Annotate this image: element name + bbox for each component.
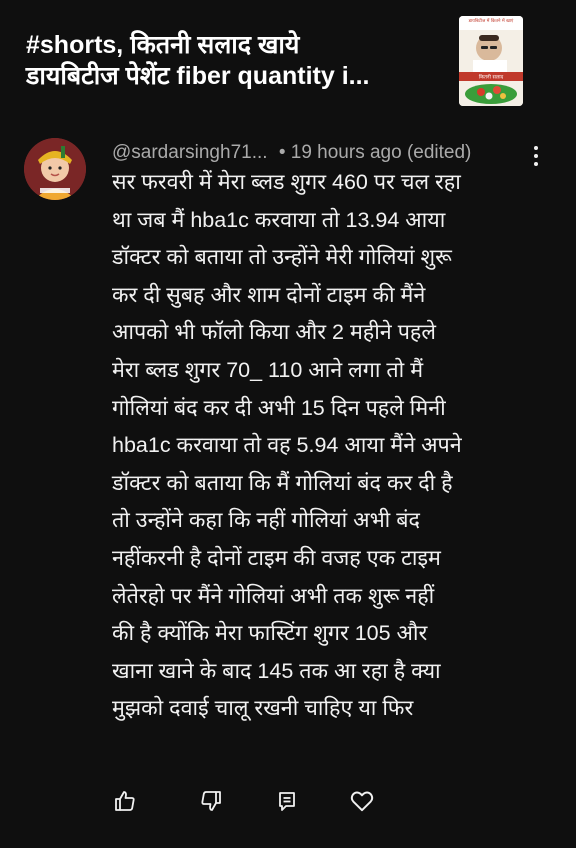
comment-line: डॉक्टर को बताया तो उन्होंने मेरी गोलियां…: [112, 245, 452, 270]
comment-actions: [0, 786, 576, 818]
comment-page: #shorts, कितनी सलाद खाये डायबिटीज पेशेंट…: [0, 0, 576, 848]
comment-line: तो उन्होंने कहा कि नहीं गोलियां अभी बंद: [112, 508, 420, 533]
comment-line: की है क्योंकि मेरा फास्टिंग शुगर 105 और: [112, 621, 428, 646]
comment-meta: @sardarsingh71... • 19 hours ago (edited…: [112, 142, 532, 166]
comment-line: मुझको दवाई चालू रखनी चाहिए या फिर: [112, 696, 414, 721]
thumbnail-caption-top: डायबिटीज में कितने में खाएं: [468, 17, 514, 24]
video-header[interactable]: #shorts, कितनी सलाद खाये डायबिटीज पेशेंट…: [0, 0, 576, 116]
video-thumbnail[interactable]: डायबिटीज में कितने में खाएं कितनी सलाद: [459, 16, 523, 106]
like-icon[interactable]: [110, 786, 140, 816]
thumbnail-image: डायबिटीज में कितने में खाएं कितनी सलाद: [459, 16, 523, 106]
comment-line: सर फरवरी में मेरा ब्लड शुगर 460 पर चल रह…: [112, 170, 461, 194]
comment-line: लेतेरहो पर मैंने गोलियां अभी तक शुरू नही…: [112, 583, 435, 608]
heart-icon[interactable]: [347, 786, 377, 816]
comment-line: कर दी सुबह और शाम दोनों टाइम की मैंने: [112, 282, 426, 307]
video-title[interactable]: #shorts, कितनी सलाद खाये डायबिटीज पेशेंट…: [26, 30, 436, 92]
comment-line: गोलियां बंद कर दी अभी 15 दिन पहले मिनी: [112, 395, 446, 420]
krishna-avatar-icon[interactable]: [24, 138, 86, 200]
comment-text: सर फरवरी में मेरा ब्लड शुगर 460 पर चल रह…: [112, 164, 532, 728]
comment-author[interactable]: @sardarsingh71...: [112, 142, 268, 163]
comment-line: नहींकरनी है दोनों टाइम की वजह एक टाइम: [112, 545, 441, 570]
reply-icon[interactable]: [272, 786, 302, 816]
comment-line: मेरा ब्लड शुगर 70_ 110 आने लगा तो मैं: [112, 357, 424, 382]
comment-time: • 19 hours ago (edited): [278, 142, 472, 163]
comment-line: डॉक्टर को बताया कि मैं गोलियां बंद कर दी…: [112, 470, 453, 495]
comment-line: hba1c करवाया तो वह 5.94 आया मैंने अपने: [112, 433, 462, 458]
dislike-icon[interactable]: [196, 786, 226, 816]
thumbnail-caption-bottom: कितनी सलाद: [479, 74, 504, 81]
comment-line: आपको भी फॉलो किया और 2 महीने पहले: [112, 320, 436, 345]
comment-line: था जब मैं hba1c करवाया तो 13.94 आया: [112, 207, 446, 232]
comment-line: खाना खाने के बाद 145 तक आ रहा है क्या: [112, 658, 441, 683]
